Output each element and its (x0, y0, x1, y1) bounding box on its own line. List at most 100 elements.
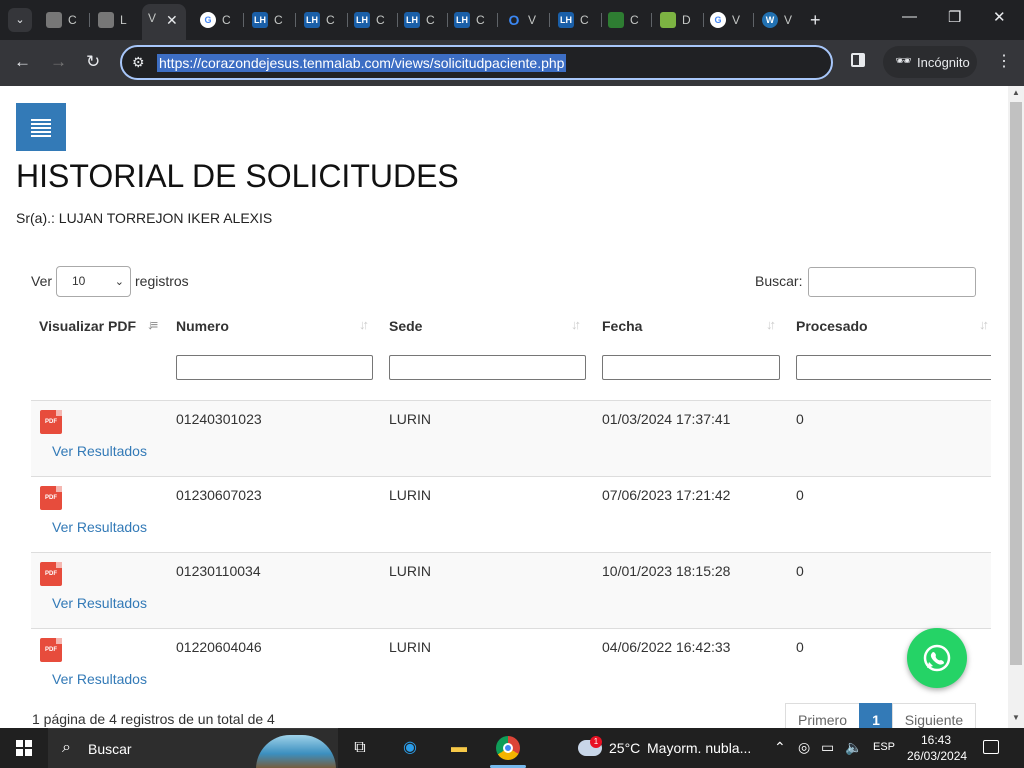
restore-icon[interactable]: ❐ (948, 8, 961, 26)
lh-icon: LH (354, 12, 370, 28)
search-input[interactable] (808, 267, 976, 297)
filter-sede-input[interactable] (389, 355, 586, 380)
column-header-numero[interactable]: Numero (176, 318, 229, 334)
sort-icon: ↓↑ (571, 317, 581, 332)
side-panel-icon[interactable] (851, 53, 865, 67)
tab-3-active[interactable]: V ✕ (142, 4, 186, 40)
pagination-first-button[interactable]: Primero (785, 703, 860, 728)
table-row: PDF Ver Resultados 01230110034 LURIN 10/… (31, 552, 991, 628)
column-header-procesado[interactable]: Procesado (796, 318, 868, 334)
edge-icon[interactable]: ◉ (398, 736, 422, 760)
tab-5[interactable]: LH C (246, 6, 296, 34)
url-text[interactable]: https://corazondejesus.tenmalab.com/view… (157, 54, 567, 72)
cell-numero: 01220604046 (176, 639, 262, 655)
reload-icon[interactable]: ↻ (86, 52, 100, 72)
sort-icon: ↓≡ (147, 317, 158, 332)
chevron-down-icon: ⌄ (114, 276, 124, 288)
tab-6[interactable]: LH C (298, 6, 348, 34)
show-hidden-icons-icon[interactable]: ⌃ (774, 739, 786, 756)
search-label: Buscar: (755, 273, 803, 289)
table-row: PDF Ver Resultados 01240301023 LURIN 01/… (31, 400, 991, 476)
ver-resultados-link[interactable]: Ver Resultados (52, 443, 147, 459)
weather-temperature[interactable]: 25°C (609, 740, 640, 756)
table-info: 1 página de 4 registros de un total de 4 (32, 711, 275, 727)
tab-4[interactable]: G C (194, 6, 244, 34)
column-header-sede[interactable]: Sede (389, 318, 422, 334)
page-length-select[interactable]: 10 ⌄ (56, 266, 131, 297)
whatsapp-button[interactable] (907, 628, 967, 688)
taskbar-search-box[interactable]: ⌕ Buscar (48, 728, 338, 768)
tab-12[interactable]: C (602, 6, 652, 34)
wordpress-icon: W (762, 12, 778, 28)
sort-icon: ↓↑ (766, 317, 776, 332)
web-page: HISTORIAL DE SOLICITUDES Sr(a).: LUJAN T… (0, 86, 1008, 728)
cell-procesado: 0 (796, 563, 804, 579)
column-header-pdf[interactable]: Visualizar PDF (39, 318, 136, 334)
page-scrollbar[interactable]: ▲ ▼ (1008, 86, 1024, 728)
tab-2[interactable]: L (92, 6, 142, 34)
address-bar[interactable]: ⚙ https://corazondejesus.tenmalab.com/vi… (120, 45, 833, 80)
cell-sede: LURIN (389, 639, 432, 655)
filter-numero-input[interactable] (176, 355, 373, 380)
page-title: HISTORIAL DE SOLICITUDES (16, 158, 459, 194)
hamburger-menu-button[interactable] (16, 103, 66, 151)
close-window-icon[interactable]: ✕ (993, 8, 1006, 26)
scrollbar-thumb[interactable] (1010, 102, 1022, 665)
pdf-icon[interactable]: PDF (40, 410, 62, 434)
pagination-page-button[interactable]: 1 (859, 703, 893, 728)
cell-fecha: 07/06/2023 17:21:42 (602, 487, 731, 503)
browser-menu-icon[interactable]: ⋮ (996, 51, 1012, 71)
network-icon[interactable]: ▭ (821, 739, 834, 756)
tab-8[interactable]: LH C (398, 6, 448, 34)
pdf-icon[interactable]: PDF (40, 486, 62, 510)
scroll-up-icon[interactable]: ▲ (1012, 88, 1020, 97)
minimize-icon[interactable]: — (902, 8, 917, 25)
file-explorer-icon[interactable]: ▬ (447, 736, 471, 760)
chrome-icon[interactable] (496, 736, 520, 760)
tab-search-icon[interactable]: ⌄ (8, 8, 32, 32)
tab-7[interactable]: LH C (348, 6, 398, 34)
filter-fecha-input[interactable] (602, 355, 780, 380)
scroll-down-icon[interactable]: ▼ (1012, 713, 1020, 722)
close-tab-icon[interactable]: ✕ (166, 12, 178, 29)
ver-resultados-link[interactable]: Ver Resultados (52, 595, 147, 611)
lh-icon: LH (404, 12, 420, 28)
windows-start-icon[interactable] (16, 740, 32, 756)
table-row: PDF Ver Resultados 01220604046 LURIN 04/… (31, 628, 991, 688)
site-settings-icon[interactable]: ⚙ (132, 54, 145, 71)
tab-13[interactable]: D (654, 6, 704, 34)
back-icon[interactable]: ← (14, 52, 31, 72)
tab-14[interactable]: G V (704, 6, 754, 34)
camera-icon[interactable]: ◎ (798, 739, 810, 756)
forward-icon[interactable]: → (50, 52, 67, 72)
tab-1[interactable]: C (40, 6, 90, 34)
cell-sede: LURIN (389, 563, 432, 579)
new-tab-icon[interactable]: + (810, 10, 821, 31)
incognito-badge[interactable]: 🕶 Incógnito (883, 46, 977, 78)
search-icon: ⌕ (62, 739, 71, 756)
pdf-icon[interactable]: PDF (40, 562, 62, 586)
pdf-icon[interactable]: PDF (40, 638, 62, 662)
google-icon: G (710, 12, 726, 28)
clock[interactable]: 16:43 26/03/2024 (907, 732, 967, 764)
weather-description[interactable]: Mayorm. nubla... (647, 740, 751, 756)
windows-taskbar: ⌕ Buscar ⧉ ◉ ▬ 1 25°C Mayorm. nubla... ⌃… (0, 728, 1024, 768)
page-icon (98, 12, 114, 28)
tab-9[interactable]: LH C (448, 6, 498, 34)
search-highlight-image (256, 735, 336, 768)
ver-resultados-link[interactable]: Ver Resultados (52, 671, 147, 687)
column-header-fecha[interactable]: Fecha (602, 318, 642, 334)
cell-procesado: 0 (796, 639, 804, 655)
filter-procesado-input[interactable] (796, 355, 991, 380)
tab-15[interactable]: W V (756, 6, 806, 34)
ver-resultados-link[interactable]: Ver Resultados (52, 519, 147, 535)
tab-11[interactable]: LH C (552, 6, 602, 34)
notifications-icon[interactable] (983, 740, 999, 754)
tab-10[interactable]: O V (500, 6, 550, 34)
task-view-icon[interactable]: ⧉ (348, 736, 372, 760)
lh-icon: LH (304, 12, 320, 28)
pagination-next-button[interactable]: Siguiente (892, 703, 976, 728)
volume-icon[interactable]: 🔈 (845, 739, 862, 756)
cell-fecha: 04/06/2022 16:42:33 (602, 639, 731, 655)
language-indicator[interactable]: ESP (873, 741, 895, 753)
